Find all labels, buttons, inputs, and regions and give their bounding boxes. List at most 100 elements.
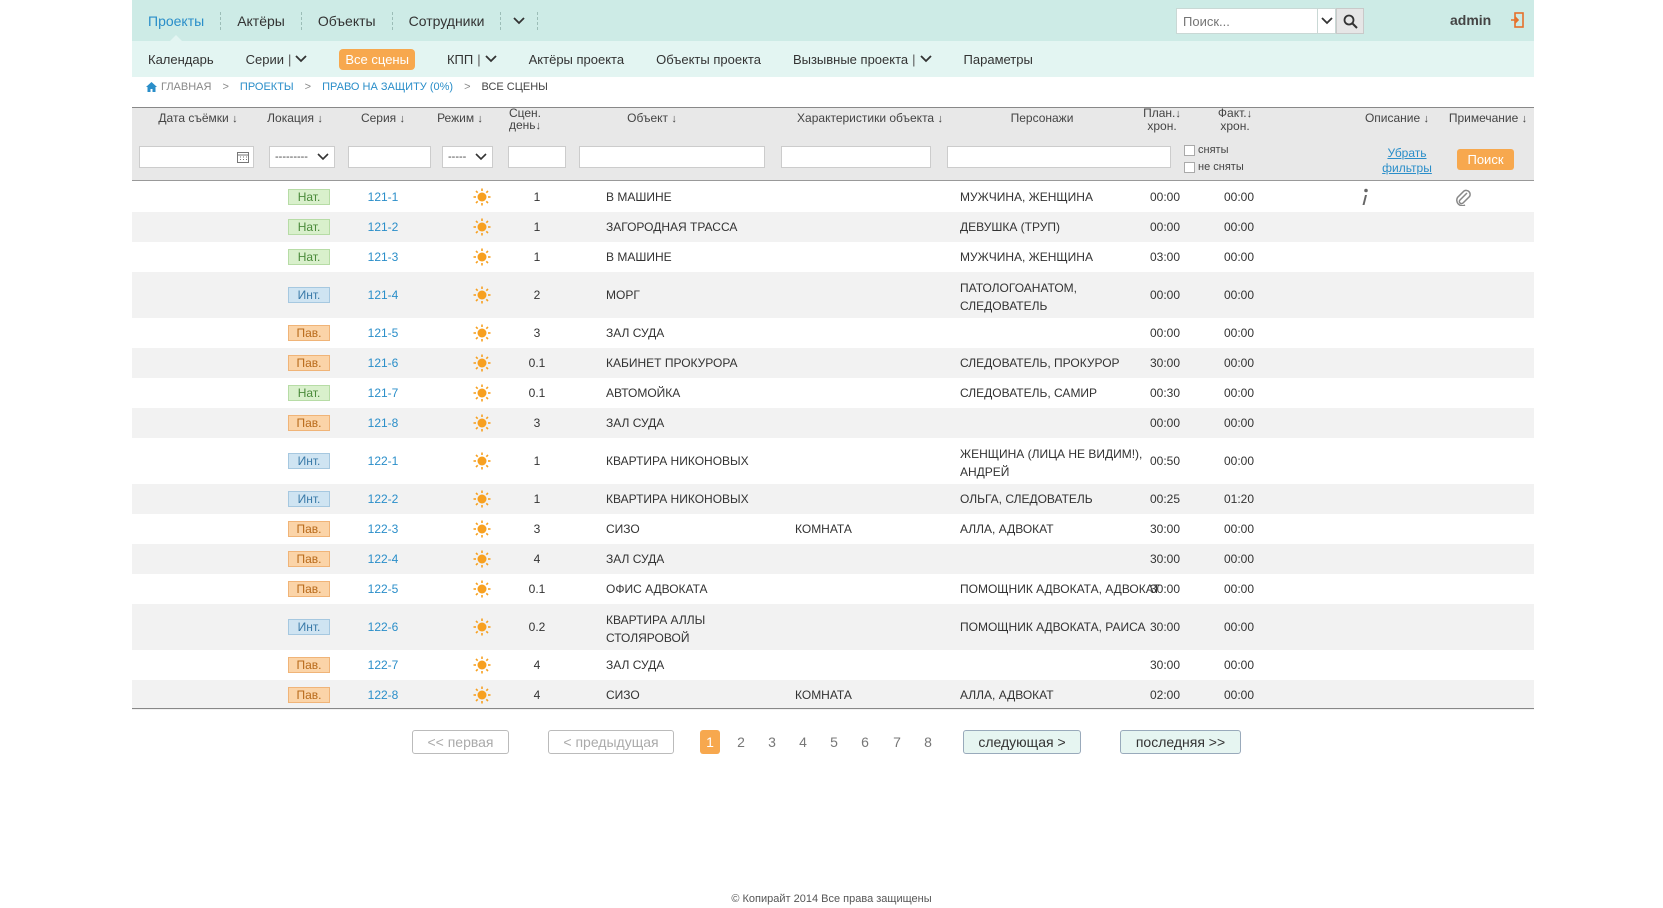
prev-page-button[interactable]: < предыдущая [548,730,674,754]
series-link[interactable]: 122-8 [348,688,418,702]
table-row[interactable]: Нат. 121-3 1 В МАШИНЕ МУЖЧИНА, ЖЕНЩИНА 03:00 0… [132,242,1534,272]
series-link[interactable]: 121-6 [348,356,418,370]
subnav-project-objects[interactable]: Объекты проекта [640,41,777,77]
col-object-chars[interactable]: Характеристики объекта ↓ [790,112,950,125]
series-link[interactable]: 121-3 [348,250,418,264]
table-row[interactable]: Пав. 122-4 4 ЗАЛ СУДА 30:00 00:00 [132,544,1534,574]
series-link[interactable]: 121-7 [348,386,418,400]
series-link[interactable]: 122-3 [348,522,418,536]
search-button[interactable] [1336,8,1364,34]
table-row[interactable]: Инт. 122-2 1 КВАРТИРА НИКОНОВЫХ ОЛЬГА, СЛЕДО… [132,484,1534,514]
filter-search-button[interactable]: Поиск [1457,149,1514,170]
table-row[interactable]: Пав. 121-8 3 ЗАЛ СУДА 00:00 00:00 [132,408,1534,438]
col-plan-time[interactable]: План.↓ хрон. [1137,107,1187,132]
page-8[interactable]: 8 [918,730,938,754]
nav-objects[interactable]: Объекты [302,0,392,41]
subnav-all-scenes[interactable]: Все сцены [323,41,431,77]
next-page-button[interactable]: следующая > [963,730,1081,754]
col-fact-time[interactable]: Факт.↓ хрон. [1210,107,1260,132]
page-7[interactable]: 7 [887,730,907,754]
location-filter-select[interactable]: --------- [269,146,335,168]
subnav-call-sheets[interactable]: Вызывные проекта | [777,41,948,77]
user-name[interactable]: admin [1450,12,1491,28]
table-row[interactable]: Пав. 121-6 0.1 КАБИНЕТ ПРОКУРОРА СЛЕДОВАТЕЛЬ… [132,348,1534,378]
series-link[interactable]: 121-1 [348,190,418,204]
subnav-params[interactable]: Параметры [948,41,1049,77]
col-location[interactable]: Локация ↓ [262,112,328,125]
subnav-calendar[interactable]: Календарь [132,41,230,77]
search-input[interactable] [1177,9,1317,33]
breadcrumb-project[interactable]: ПРАВО НА ЗАЩИТУ (0%) [322,81,453,93]
series-link[interactable]: 122-2 [348,492,418,506]
shot-checkbox[interactable]: сняты [1184,144,1228,156]
object-name: КАБИНЕТ ПРОКУРОРА [606,356,738,370]
fact-time: 00:00 [1223,220,1255,234]
location-badge: Инт. [288,287,330,303]
table-row[interactable]: Пав. 122-7 4 ЗАЛ СУДА 30:00 00:00 [132,650,1534,680]
sun-icon [473,218,491,236]
subnav-project-actors[interactable]: Актёры проекта [513,41,640,77]
col-note[interactable]: Примечание ↓ [1444,112,1532,125]
series-link[interactable]: 122-5 [348,582,418,596]
nav-more-dropdown[interactable] [501,0,537,41]
series-link[interactable]: 121-2 [348,220,418,234]
page-6[interactable]: 6 [855,730,875,754]
table-row[interactable]: Пав. 122-3 3 СИЗО КОМНАТА АЛЛА, АДВОКАТ 30:00 0… [132,514,1534,544]
subnav-kpp[interactable]: КПП | [431,41,513,77]
col-object[interactable]: Объект ↓ [592,112,712,125]
breadcrumb-home[interactable]: ГЛАВНАЯ [146,81,211,93]
subnav-series[interactable]: Серии | [230,41,324,77]
checkbox-box[interactable] [1184,144,1195,156]
series-filter-input[interactable] [348,146,431,168]
not-shot-checkbox[interactable]: не сняты [1184,161,1244,173]
info-icon[interactable] [1361,188,1369,206]
table-row[interactable]: Инт. 122-6 0.2 КВАРТИРА АЛЛЫ СТОЛЯРОВОЙ ПОМОЩ… [132,604,1534,650]
col-scene-day[interactable]: Сцен. день↓ [500,107,550,132]
page-3[interactable]: 3 [762,730,782,754]
object-chars-filter-input[interactable] [781,146,931,168]
table-row[interactable]: Инт. 121-4 2 МОРГ ПАТОЛОГОАНАТОМ, СЛЕДОВАТЕЛЬ… [132,272,1534,318]
series-link[interactable]: 121-4 [348,288,418,302]
paperclip-icon[interactable] [1454,188,1472,206]
object-chars: КОМНАТА [795,688,852,702]
breadcrumb-projects[interactable]: ПРОЕКТЫ [240,81,294,93]
col-mode[interactable]: Режим ↓ [432,112,488,125]
col-series[interactable]: Серия ↓ [348,112,418,125]
page-5[interactable]: 5 [824,730,844,754]
series-link[interactable]: 122-1 [348,454,418,468]
plan-time: 00:00 [1149,416,1181,430]
plan-time: 00:00 [1149,190,1181,204]
table-row[interactable]: Пав. 122-8 4 СИЗО КОМНАТА АЛЛА, АДВОКАТ 02:00 0… [132,680,1534,710]
table-row[interactable]: Нат. 121-1 1 В МАШИНЕ МУЖЧИНА, ЖЕНЩИНА 00:00 0… [132,182,1534,212]
checkbox-box[interactable] [1184,161,1195,173]
nav-projects[interactable]: Проекты [132,0,220,41]
table-row[interactable]: Пав. 121-5 3 ЗАЛ СУДА 00:00 00:00 [132,318,1534,348]
table-row[interactable]: Нат. 121-7 0.1 АВТОМОЙКА СЛЕДОВАТЕЛЬ, САМИР 0… [132,378,1534,408]
last-page-button[interactable]: последняя >> [1120,730,1241,754]
page-1[interactable]: 1 [700,730,720,754]
series-link[interactable]: 121-5 [348,326,418,340]
table-row[interactable]: Инт. 122-1 1 КВАРТИРА НИКОНОВЫХ ЖЕНЩИНА (ЛИЦ… [132,438,1534,484]
table-row[interactable]: Нат. 121-2 1 ЗАГОРОДНАЯ ТРАССА ДЕВУШКА (ТРУП… [132,212,1534,242]
object-filter-input[interactable] [579,146,765,168]
series-link[interactable]: 122-4 [348,552,418,566]
clear-filters-link[interactable]: Убрать фильтры [1362,146,1452,176]
logout-icon[interactable] [1510,12,1524,31]
date-filter-input[interactable] [139,146,254,168]
calendar-icon[interactable] [237,151,249,163]
page-4[interactable]: 4 [793,730,813,754]
characters-filter-input[interactable] [947,146,1171,168]
mode-filter-select[interactable]: ----- [442,146,493,168]
scene-day-filter-input[interactable] [508,146,566,168]
page-2[interactable]: 2 [731,730,751,754]
nav-staff[interactable]: Сотрудники [393,0,501,41]
series-link[interactable]: 121-8 [348,416,418,430]
series-link[interactable]: 122-7 [348,658,418,672]
table-row[interactable]: Пав. 122-5 0.1 ОФИС АДВОКАТА ПОМОЩНИК АДВОКА… [132,574,1534,604]
col-description[interactable]: Описание ↓ [1352,112,1442,125]
search-dropdown[interactable] [1317,9,1335,33]
first-page-button[interactable]: << первая [412,730,509,754]
series-link[interactable]: 122-6 [348,620,418,634]
nav-actors[interactable]: Актёры [221,0,301,41]
col-date[interactable]: Дата съёмки ↓ [148,112,248,125]
